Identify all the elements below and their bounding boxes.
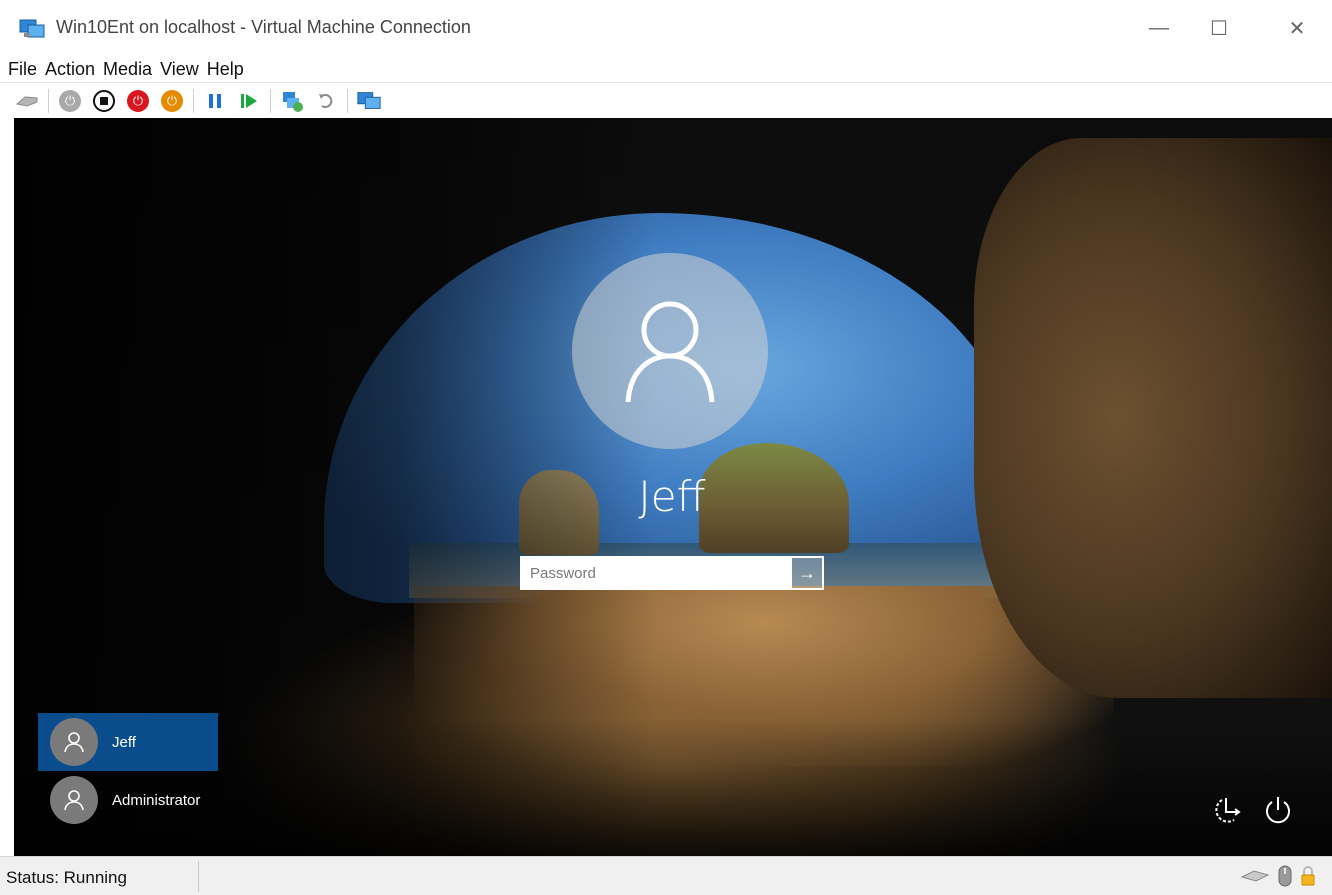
status-icons xyxy=(1240,865,1316,887)
submit-button[interactable]: → xyxy=(790,556,824,590)
lock-icon xyxy=(1301,866,1315,886)
menu-media[interactable]: Media xyxy=(103,59,158,80)
toolbar: ⏻ ⏻ ⏻ xyxy=(0,82,1332,118)
login-user-name: Jeff xyxy=(638,472,706,521)
shut-down-button[interactable]: ⏻ xyxy=(125,88,151,114)
start-button[interactable]: ⏻ xyxy=(57,88,83,114)
maximize-button[interactable]: ☐ xyxy=(1190,0,1248,56)
user-tile-label: Jeff xyxy=(112,733,136,751)
menu-bar: File Action Media View Help xyxy=(0,56,252,82)
start-icon: ⏻ xyxy=(59,89,81,112)
enhanced-session-button[interactable] xyxy=(356,88,382,114)
enhanced-session-icon xyxy=(357,91,381,109)
resume-button[interactable] xyxy=(236,88,262,114)
menu-action[interactable]: Action xyxy=(45,59,101,80)
background-cave-wall xyxy=(974,138,1332,698)
toolbar-separator xyxy=(270,88,271,113)
menu-help[interactable]: Help xyxy=(207,59,250,80)
user-icon xyxy=(64,732,84,753)
avatar xyxy=(50,776,98,824)
toolbar-separator xyxy=(193,88,194,113)
checkpoint-button[interactable] xyxy=(279,88,305,114)
arrow-right-icon: → xyxy=(798,562,816,583)
shut-down-icon: ⏻ xyxy=(127,89,149,112)
power-icon xyxy=(1266,797,1290,824)
pause-icon xyxy=(209,93,221,108)
avatar xyxy=(50,718,98,766)
checkpoint-icon xyxy=(283,91,303,112)
ctrl-alt-del-icon xyxy=(15,95,38,107)
save-button[interactable]: ⏻ xyxy=(159,88,185,114)
ctrl-alt-del-button[interactable] xyxy=(14,88,40,114)
menu-view[interactable]: View xyxy=(160,59,205,80)
status-bar: Status: Running xyxy=(0,856,1332,895)
ease-of-access-icon xyxy=(1215,798,1241,823)
power-button[interactable] xyxy=(1260,792,1296,828)
user-icon xyxy=(625,301,715,403)
user-tile-administrator[interactable]: Administrator xyxy=(38,771,218,829)
ease-of-access-button[interactable] xyxy=(1210,792,1246,828)
user-tile-jeff[interactable]: Jeff xyxy=(38,713,218,771)
vm-display[interactable]: Jeff → Jeff Administrator xyxy=(14,118,1332,856)
save-icon: ⏻ xyxy=(161,89,183,112)
status-text: Status: Running xyxy=(6,868,127,887)
user-icon xyxy=(64,790,84,811)
minimize-button[interactable]: — xyxy=(1130,0,1188,56)
mouse-icon xyxy=(1278,865,1292,887)
user-switch-list: Jeff Administrator xyxy=(38,713,218,829)
turn-off-icon xyxy=(93,89,115,112)
revert-button[interactable] xyxy=(313,88,339,114)
close-button[interactable]: ✕ xyxy=(1268,0,1326,56)
password-input[interactable] xyxy=(520,556,790,590)
turn-off-button[interactable] xyxy=(91,88,117,114)
window-title: Win10Ent on localhost - Virtual Machine … xyxy=(56,17,471,37)
resume-icon xyxy=(241,93,257,108)
menu-file[interactable]: File xyxy=(8,59,43,80)
toolbar-separator xyxy=(48,88,49,113)
revert-icon xyxy=(319,93,333,108)
toolbar-separator xyxy=(347,88,348,113)
user-tile-label: Administrator xyxy=(112,791,201,809)
title-bar: Win10Ent on localhost - Virtual Machine … xyxy=(0,0,1332,56)
pause-button[interactable] xyxy=(202,88,228,114)
vm-connection-icon xyxy=(19,19,45,38)
keyboard-icon xyxy=(1240,870,1270,882)
user-avatar xyxy=(572,253,768,449)
status-separator xyxy=(198,861,199,892)
password-box: → xyxy=(520,556,824,590)
